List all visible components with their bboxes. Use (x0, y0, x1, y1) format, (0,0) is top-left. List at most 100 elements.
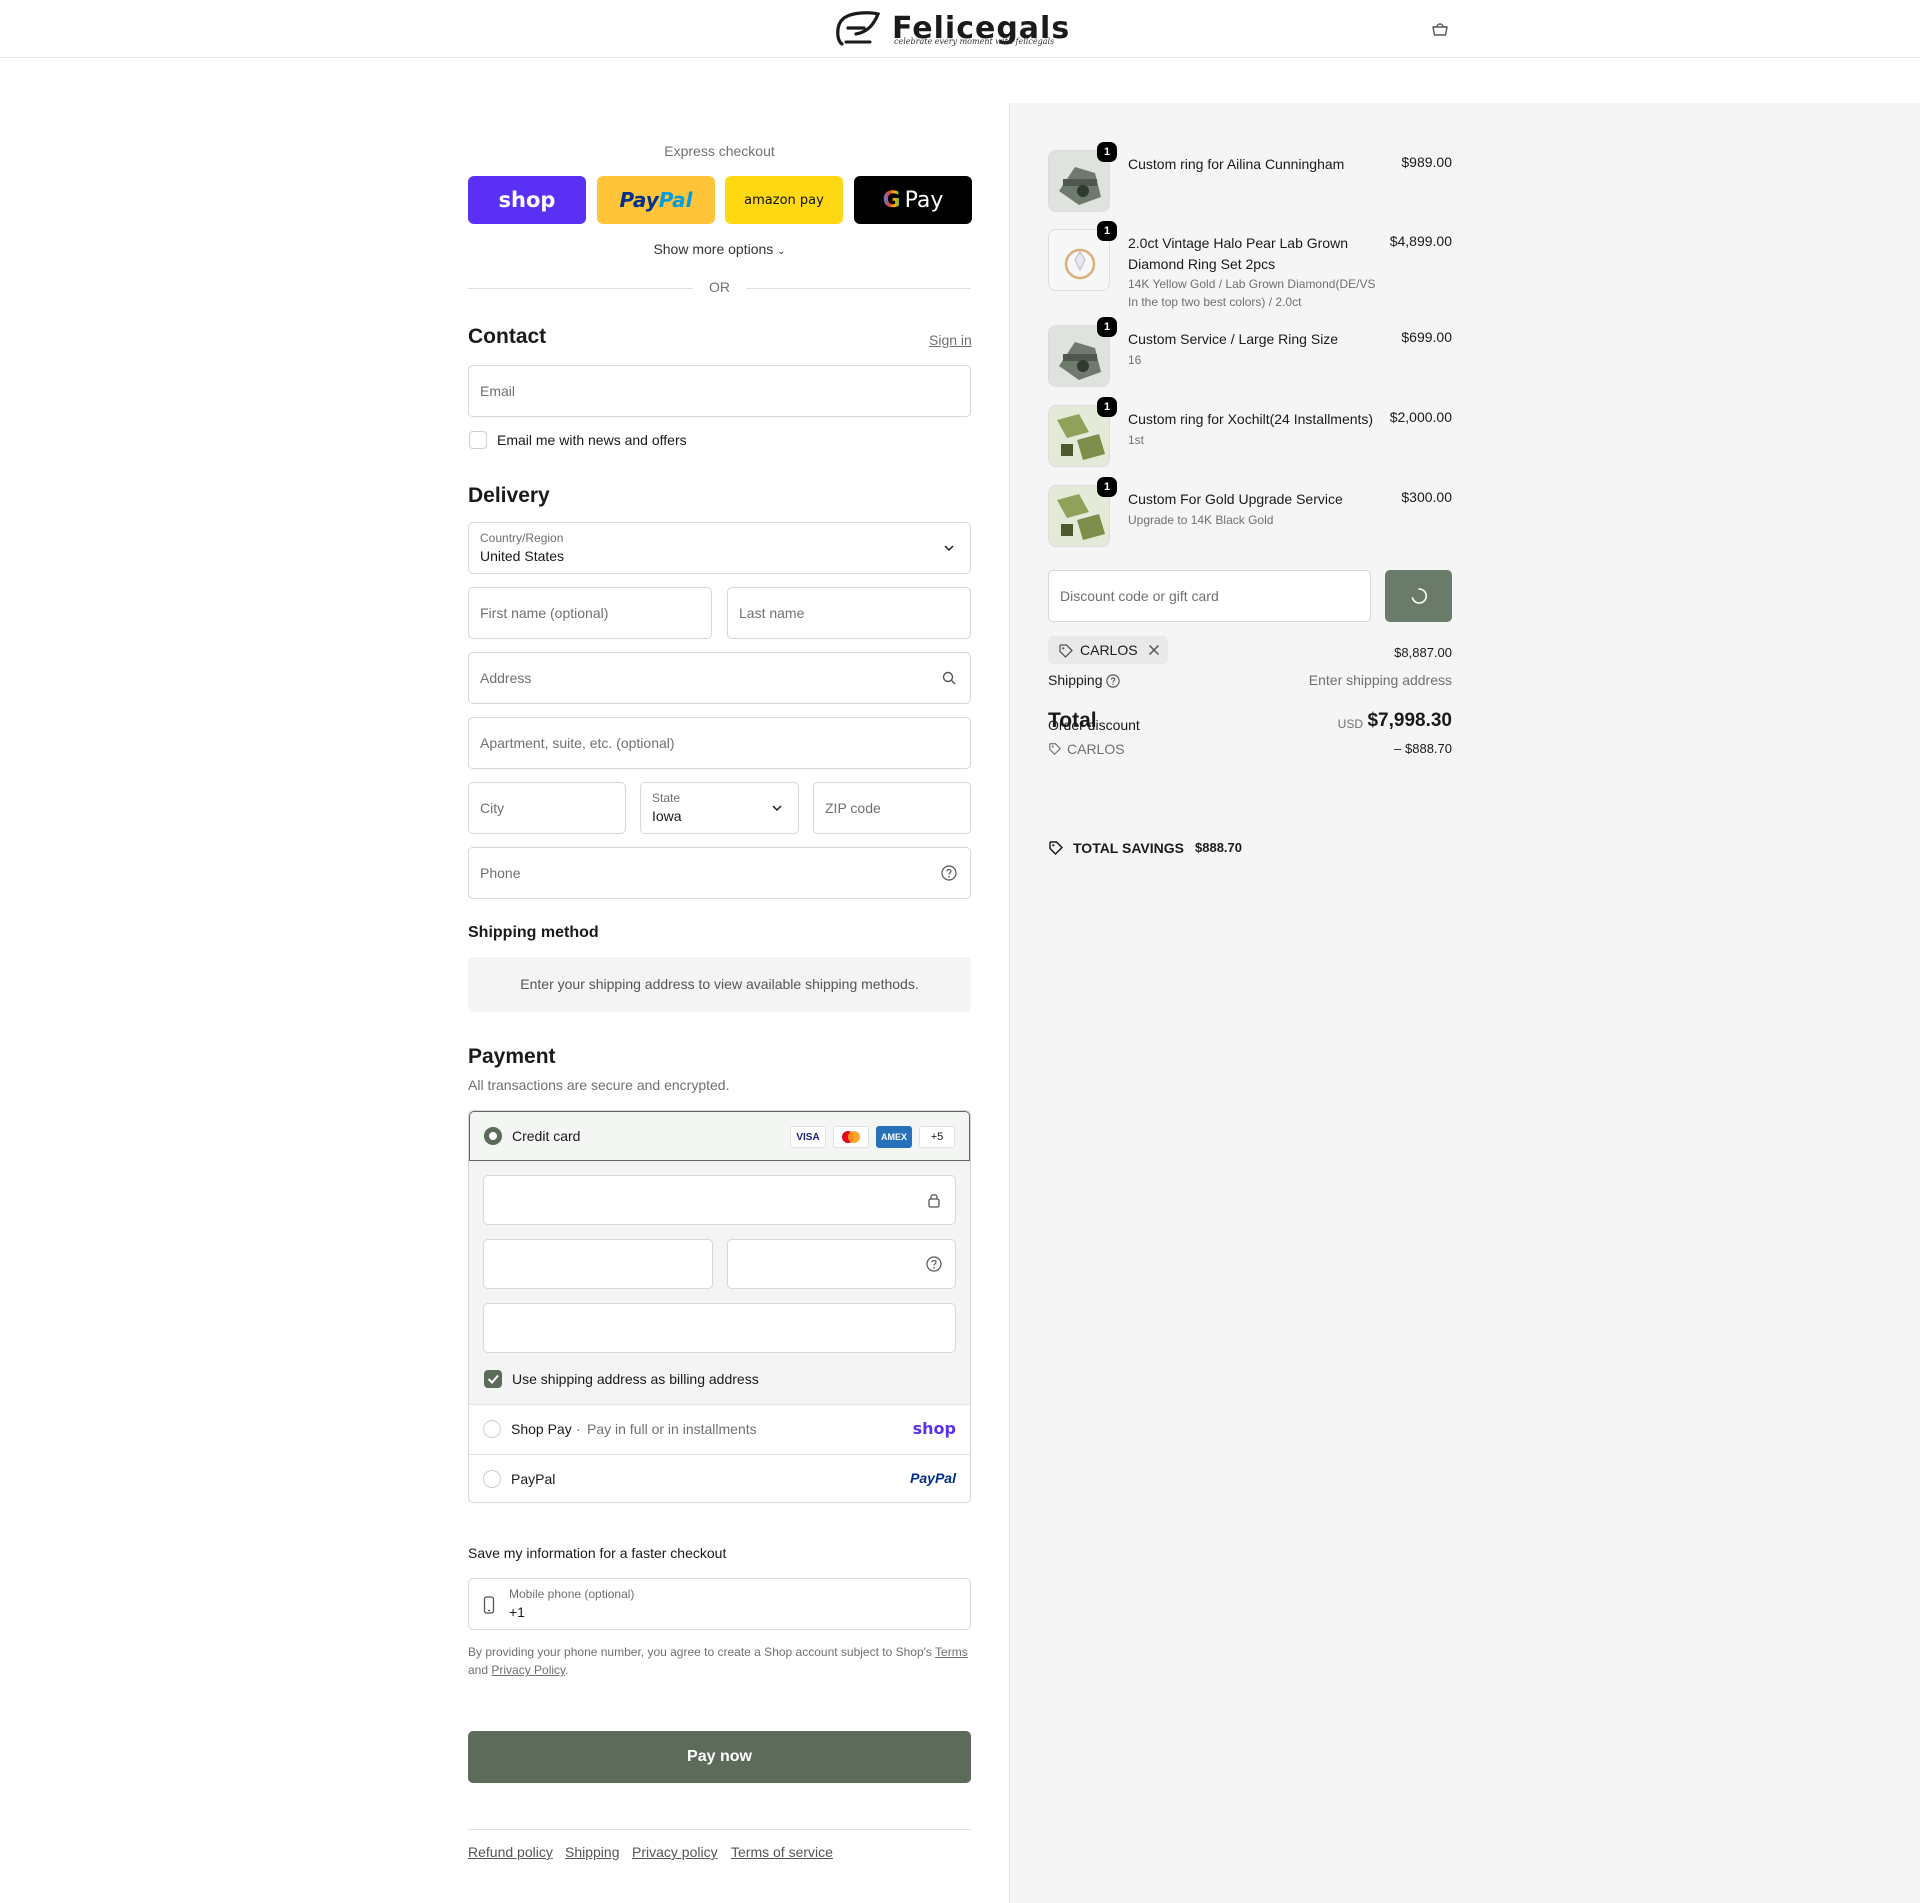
paypal-radio[interactable] (483, 1470, 501, 1488)
refund-policy-link[interactable]: Refund policy (468, 1844, 553, 1860)
brand-logo[interactable]: Felicegals celebrate every moment with f… (834, 8, 1084, 50)
zip-field[interactable]: ZIP code (813, 782, 971, 834)
more-cards-badge: +5 (919, 1126, 955, 1148)
newsletter-label: Email me with news and offers (497, 432, 687, 448)
discount-amount: – $888.70 (1394, 741, 1452, 756)
shop-terms-link[interactable]: Terms (935, 1645, 968, 1659)
shop-pay-radio[interactable] (483, 1420, 501, 1438)
amazon-pay-button[interactable]: amazon pay (725, 176, 843, 224)
help-icon[interactable] (941, 865, 957, 881)
save-info-title: Save my information for a faster checkou… (468, 1545, 727, 1561)
brand-tagline: celebrate every moment with felicegals (894, 37, 1055, 46)
mobile-label: Mobile phone (optional) (509, 1587, 635, 1601)
zip-placeholder: ZIP code (825, 800, 881, 816)
cardholder-name-field[interactable] (483, 1303, 956, 1353)
mastercard-icon (833, 1126, 869, 1148)
shipping-method-title: Shipping method (468, 924, 599, 941)
paypal-wordmark-b: Pal (658, 188, 693, 212)
last-name-placeholder: Last name (739, 605, 805, 621)
contact-title: Contact (468, 325, 547, 348)
apply-discount-button[interactable] (1385, 570, 1452, 622)
show-more-options[interactable]: Show more options ⌄ (468, 241, 971, 257)
shipping-method-message: Enter your shipping address to view avai… (468, 957, 971, 1012)
shop-pay-option[interactable]: Shop Pay · Pay in full or in installment… (469, 1404, 970, 1454)
shipping-policy-link[interactable]: Shipping (565, 1844, 620, 1860)
phone-field[interactable]: Phone (468, 847, 971, 899)
order-item: 1 2.0ct Vintage Halo Pear Lab Grown Diam… (1048, 221, 1452, 309)
paypal-button[interactable]: Pay Pal (597, 176, 715, 224)
newsletter-checkbox[interactable] (469, 431, 487, 449)
shop-pay-button[interactable]: shop (468, 176, 586, 224)
tag-icon (1049, 743, 1062, 756)
mobile-phone-field[interactable]: Mobile phone (optional) +1 (468, 1578, 971, 1630)
amex-icon: AMEX (876, 1126, 912, 1148)
item-price: $989.00 (1401, 154, 1452, 170)
item-price: $699.00 (1401, 329, 1452, 345)
phone-placeholder: Phone (480, 865, 521, 881)
item-name: Custom For Gold Upgrade Service (1128, 491, 1343, 507)
search-icon (942, 671, 956, 685)
item-variant: 14K Yellow Gold / Lab Grown Diamond(DE/V… (1128, 277, 1376, 291)
google-pay-button[interactable]: G Pay (854, 176, 972, 224)
privacy-policy-link[interactable]: Privacy policy (632, 1844, 718, 1860)
help-icon[interactable] (926, 1256, 942, 1272)
country-select[interactable]: Country/Region United States (468, 522, 971, 574)
email-placeholder: Email (480, 383, 516, 399)
discount-code-line: CARLOS (1067, 741, 1125, 757)
last-name-field[interactable]: Last name (727, 587, 971, 639)
state-label: State (652, 791, 681, 805)
terms-of-service-link[interactable]: Terms of service (731, 1844, 833, 1860)
shipping-value: Enter shipping address (1308, 672, 1452, 688)
country-label: Country/Region (480, 531, 564, 545)
bag-icon[interactable] (1430, 20, 1450, 38)
total-value: $7,998.30 (1367, 710, 1452, 731)
lock-icon (928, 1194, 940, 1208)
address-field[interactable]: Address (468, 652, 971, 704)
help-icon[interactable] (1106, 674, 1120, 688)
close-icon[interactable] (1148, 644, 1160, 656)
site-header: Felicegals celebrate every moment with f… (0, 0, 1920, 58)
order-item: 1 Custom For Gold Upgrade Service Upgrad… (1048, 477, 1452, 549)
legal-text: By providing your phone number, you agre… (468, 1645, 932, 1659)
credit-card-label: Credit card (512, 1128, 581, 1144)
mobile-icon (483, 1596, 495, 1614)
sign-in-link[interactable]: Sign in (929, 332, 972, 348)
email-field[interactable]: Email (468, 365, 971, 417)
show-more-options-label: Show more options (653, 241, 774, 257)
billing-same-checkbox[interactable] (484, 1370, 502, 1388)
card-cvv-field[interactable] (727, 1239, 956, 1289)
quantity-badge: 1 (1097, 397, 1117, 417)
order-discount-label: Order discount (1048, 717, 1140, 733)
item-variant: In the top two best colors) / 2.0ct (1128, 295, 1302, 309)
pay-now-button[interactable]: Pay now (468, 1731, 971, 1783)
discount-placeholder: Discount code or gift card (1060, 588, 1219, 604)
state-select[interactable]: State Iowa (640, 782, 799, 834)
quantity-badge: 1 (1097, 317, 1117, 337)
city-field[interactable]: City (468, 782, 626, 834)
first-name-field[interactable]: First name (optional) (468, 587, 712, 639)
credit-card-radio[interactable] (484, 1127, 502, 1145)
discount-code-field[interactable]: Discount code or gift card (1048, 570, 1371, 622)
shop-pay-separator: · (576, 1421, 581, 1437)
credit-card-option[interactable]: Credit card VISA AMEX +5 (469, 1111, 970, 1161)
mobile-value: +1 (509, 1604, 525, 1620)
quantity-badge: 1 (1097, 221, 1117, 241)
chevron-down-icon: ⌄ (777, 246, 786, 257)
shop-privacy-link[interactable]: Privacy Policy (491, 1663, 565, 1677)
chevron-down-icon (944, 545, 954, 552)
credit-card-form: Use shipping address as billing address (469, 1161, 970, 1404)
chevron-down-icon (772, 805, 782, 812)
billing-same-label: Use shipping address as billing address (512, 1371, 759, 1387)
item-name: 2.0ct Vintage Halo Pear Lab Grown Diamon… (1128, 235, 1348, 272)
paypal-option[interactable]: PayPal PayPal (469, 1454, 970, 1502)
apartment-placeholder: Apartment, suite, etc. (optional) (480, 735, 675, 751)
shop-pay-description: Pay in full or in installments (587, 1421, 757, 1437)
check-icon (487, 1374, 499, 1384)
card-expiry-field[interactable] (483, 1239, 713, 1289)
payment-methods: Credit card VISA AMEX +5 Use shipping ad… (468, 1110, 971, 1503)
card-number-field[interactable] (483, 1175, 956, 1225)
shipping-label: Shipping (1048, 672, 1103, 688)
apartment-field[interactable]: Apartment, suite, etc. (optional) (468, 717, 971, 769)
payment-title: Payment (468, 1045, 556, 1068)
country-value: United States (480, 548, 565, 564)
